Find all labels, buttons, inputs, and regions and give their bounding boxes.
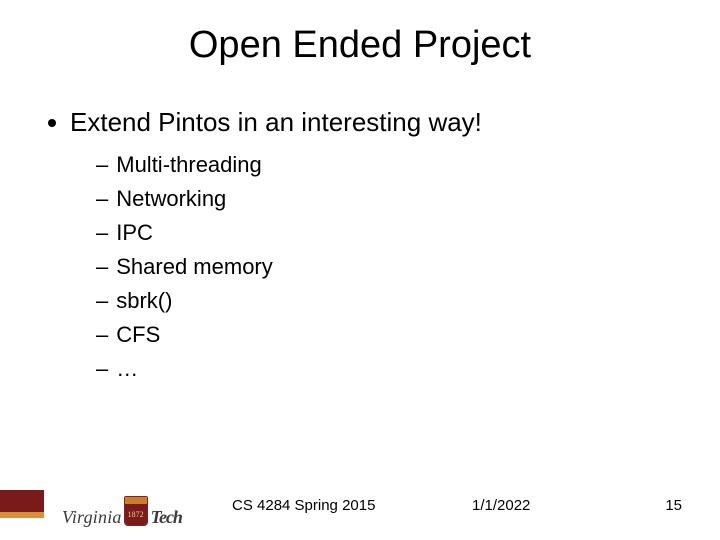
- sub-bullet-text: …: [116, 356, 138, 382]
- logo-text-left: Virginia: [62, 508, 122, 526]
- sub-bullet-item: –CFS: [96, 322, 680, 348]
- bullet-item: Extend Pintos in an interesting way!: [48, 107, 680, 138]
- bullet-text: Extend Pintos in an interesting way!: [70, 107, 482, 138]
- dash-icon: –: [96, 288, 108, 314]
- dash-icon: –: [96, 322, 108, 348]
- sub-bullet-item: –IPC: [96, 220, 680, 246]
- sub-bullet-item: –…: [96, 356, 680, 382]
- sub-bullet-text: Multi-threading: [116, 152, 262, 178]
- vt-logo: Virginia 1872 Tech: [62, 496, 182, 526]
- dash-icon: –: [96, 356, 108, 382]
- bullet-dot-icon: [48, 119, 56, 127]
- course-label: CS 4284 Spring 2015: [232, 497, 375, 514]
- content-area: Extend Pintos in an interesting way! –Mu…: [0, 67, 720, 382]
- dash-icon: –: [96, 152, 108, 178]
- page-number: 15: [665, 497, 682, 514]
- shield-icon: 1872: [124, 496, 148, 526]
- sub-bullet-text: Shared memory: [116, 254, 273, 280]
- logo-text-right: Tech: [151, 508, 182, 526]
- slide-title: Open Ended Project: [0, 0, 720, 67]
- dash-icon: –: [96, 186, 108, 212]
- footer: Virginia 1872 Tech CS 4284 Spring 2015 1…: [0, 476, 720, 526]
- dash-icon: –: [96, 220, 108, 246]
- sub-bullet-list: –Multi-threading –Networking –IPC –Share…: [48, 152, 680, 382]
- sub-bullet-text: sbrk(): [116, 288, 172, 314]
- logo-year: 1872: [125, 504, 147, 525]
- sub-bullet-text: CFS: [116, 322, 160, 348]
- sub-bullet-text: IPC: [116, 220, 153, 246]
- sub-bullet-item: –Networking: [96, 186, 680, 212]
- date-label: 1/1/2022: [472, 497, 530, 514]
- sub-bullet-item: –sbrk(): [96, 288, 680, 314]
- sub-bullet-item: –Shared memory: [96, 254, 680, 280]
- sub-bullet-text: Networking: [116, 186, 226, 212]
- sub-bullet-item: –Multi-threading: [96, 152, 680, 178]
- slide: Open Ended Project Extend Pintos in an i…: [0, 0, 720, 540]
- dash-icon: –: [96, 254, 108, 280]
